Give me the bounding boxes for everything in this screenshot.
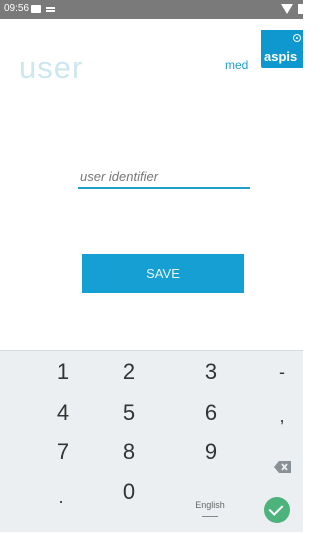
notification-icon-2 [46, 7, 55, 12]
key-6[interactable]: 6 [181, 395, 241, 431]
user-identifier-input[interactable] [78, 165, 250, 189]
key-2[interactable]: 2 [99, 354, 159, 390]
key-3[interactable]: 3 [181, 354, 241, 390]
key-0[interactable]: 0 [99, 474, 159, 510]
backspace-icon[interactable] [274, 460, 292, 474]
logo: aspis [261, 30, 303, 68]
status-time: 09:56 [4, 3, 30, 14]
signal-icon [281, 4, 293, 14]
save-button[interactable]: SAVE [82, 254, 244, 293]
target-icon [293, 34, 301, 42]
logo-box-text: aspis [264, 49, 298, 64]
key-9[interactable]: 9 [181, 434, 241, 470]
notification-icon [31, 5, 41, 13]
key-7[interactable]: 7 [33, 434, 93, 470]
language-underline [202, 516, 218, 517]
done-key[interactable] [264, 497, 290, 523]
key-period[interactable]: . [31, 479, 91, 515]
key-5[interactable]: 5 [99, 395, 159, 431]
logo-text: med [225, 58, 249, 72]
key-comma[interactable]: , [252, 398, 312, 434]
key-minus[interactable]: - [252, 354, 312, 390]
status-bar: 09:56 [0, 0, 303, 19]
key-4[interactable]: 4 [33, 395, 93, 431]
page-title: user [19, 50, 84, 85]
battery-icon [298, 4, 303, 14]
key-8[interactable]: 8 [99, 434, 159, 470]
key-1[interactable]: 1 [33, 354, 93, 390]
check-icon [268, 501, 284, 516]
